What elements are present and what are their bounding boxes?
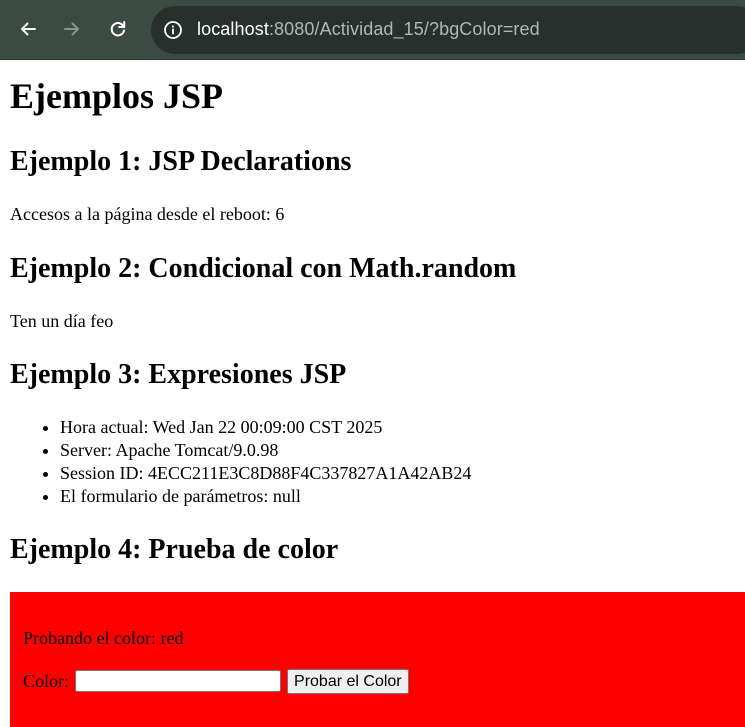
url-path: :8080/Actividad_15/?bgColor=red: [268, 19, 540, 39]
example2-heading: Ejemplo 2: Condicional con Math.random: [10, 253, 517, 284]
url-text[interactable]: localhost:8080/Actividad_15/?bgColor=red: [197, 19, 540, 40]
arrow-right-icon: [64, 22, 79, 36]
random-message: Ten un día feo: [10, 311, 114, 331]
color-label: Color:: [23, 670, 70, 691]
example4-heading: Ejemplo 4: Prueba de color: [10, 534, 339, 565]
address-bar[interactable]: localhost:8080/Actividad_15/?bgColor=red: [151, 6, 745, 54]
site-info-button[interactable]: [160, 17, 186, 43]
arrow-left-icon: [21, 22, 36, 36]
info-circle-icon: [164, 21, 182, 39]
color-test-text: Probando el color: red: [23, 628, 184, 648]
list-item-session-id: Session ID: 4ECC211E3C8D88F4C337827A1A42…: [60, 462, 471, 485]
page-access-counter: Accesos a la página desde el reboot: 6: [10, 204, 285, 224]
forward-button[interactable]: [57, 14, 87, 44]
example3-heading: Ejemplo 3: Expresiones JSP: [10, 359, 347, 390]
page-content: Ejemplos JSP Ejemplo 1: JSP Declarations…: [0, 60, 745, 727]
expressions-list: Hora actual: Wed Jan 22 00:09:00 CST 202…: [20, 416, 471, 508]
list-item-current-time: Hora actual: Wed Jan 22 00:09:00 CST 202…: [60, 416, 471, 439]
color-form: Color: Probar el Color: [23, 668, 409, 694]
list-item-form-params: El formulario de parámetros: null: [60, 485, 471, 508]
list-item-server: Server: Apache Tomcat/9.0.98: [60, 439, 471, 462]
reload-button[interactable]: [103, 14, 133, 44]
test-color-button[interactable]: Probar el Color: [287, 668, 409, 694]
browser-toolbar: localhost:8080/Actividad_15/?bgColor=red: [0, 0, 745, 60]
example1-heading: Ejemplo 1: JSP Declarations: [10, 146, 352, 177]
reload-icon: [110, 21, 126, 37]
color-input[interactable]: [75, 670, 282, 692]
page-title: Ejemplos JSP: [10, 76, 224, 116]
back-button[interactable]: [13, 14, 43, 44]
color-test-panel: Probando el color: red Color: Probar el …: [10, 592, 745, 727]
url-host: localhost: [197, 19, 269, 39]
